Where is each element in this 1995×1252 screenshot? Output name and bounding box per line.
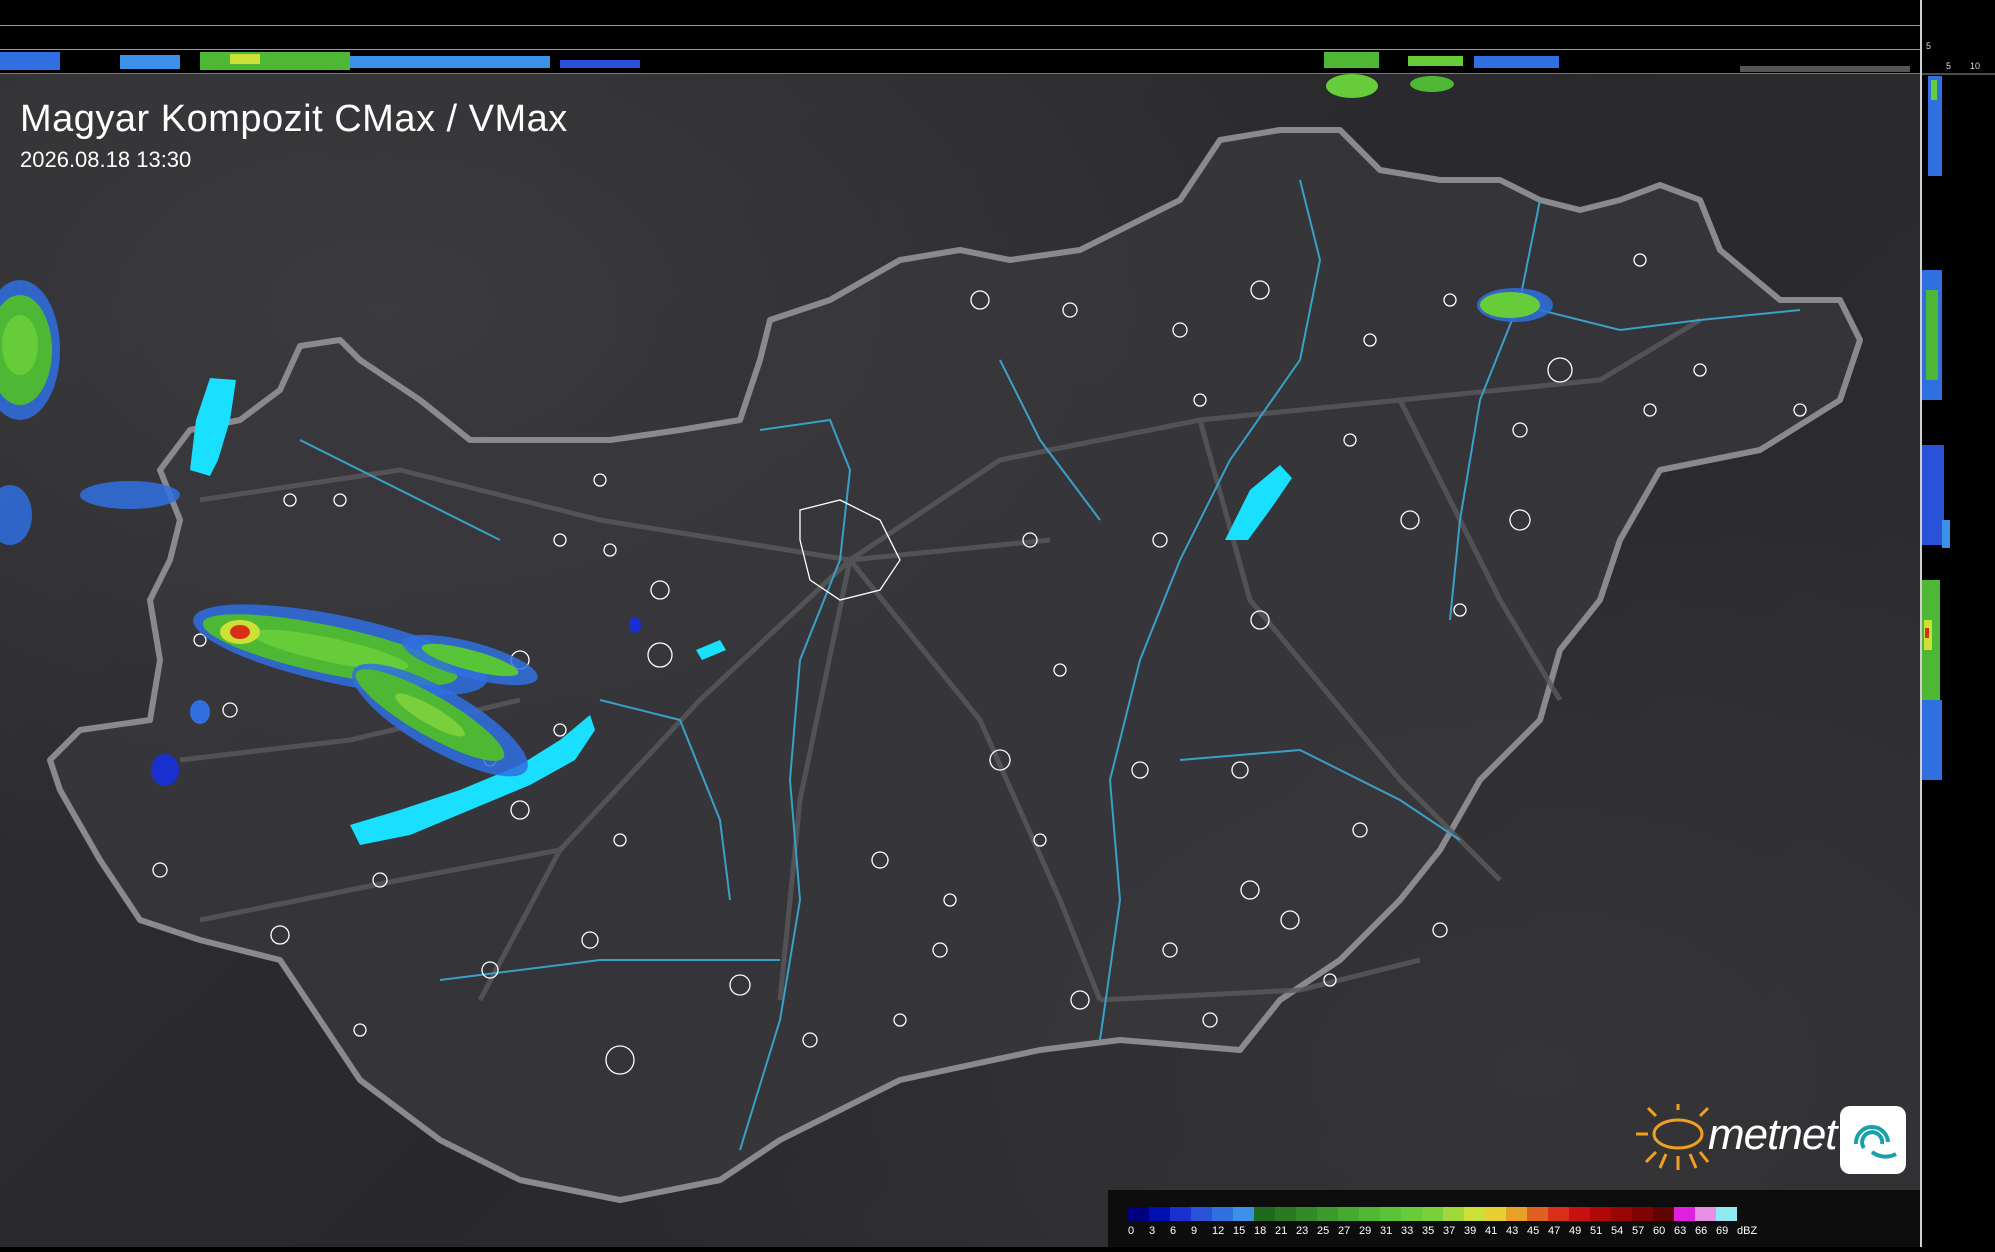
legend-label: 45 [1527, 1225, 1540, 1237]
legend-labels: 0 3 6 9 12 15 18 21 23 25 27 29 31 33 35 37 39 41 43 45 47 49… [1128, 1225, 1758, 1237]
top-scale-label-5: 5 [1926, 41, 1932, 51]
legend-swatch [1254, 1207, 1275, 1221]
legend-swatch [1569, 1207, 1590, 1221]
legend-label: 31 [1380, 1225, 1393, 1237]
right-scale-label-10: 10 [1970, 61, 1981, 71]
dbz-legend: 0 3 6 9 12 15 18 21 23 25 27 29 31 33 35 37 39 41 43 45 47 49… [1108, 1190, 1920, 1247]
legend-label: 9 [1191, 1225, 1198, 1237]
legend-swatch [1296, 1207, 1317, 1221]
legend-swatch [1212, 1207, 1233, 1221]
top-gridline-5 [0, 49, 1920, 50]
legend-swatch [1485, 1207, 1506, 1221]
legend-swatch [1443, 1207, 1464, 1221]
legend-label: 51 [1590, 1225, 1603, 1237]
top-gridline-10 [0, 25, 1920, 26]
legend-swatch [1170, 1207, 1191, 1221]
legend-swatch [1128, 1207, 1149, 1221]
legend-label: 15 [1233, 1225, 1246, 1237]
legend-label: 0 [1128, 1225, 1135, 1237]
legend-swatch [1359, 1207, 1380, 1221]
map-title: Magyar Kompozit CMax / VMax [20, 98, 568, 140]
legend-label: 29 [1359, 1225, 1372, 1237]
legend-swatch [1275, 1207, 1296, 1221]
legend-label: 63 [1674, 1225, 1687, 1237]
legend-swatch [1632, 1207, 1653, 1221]
legend-label: 23 [1296, 1225, 1309, 1237]
legend-swatch [1611, 1207, 1632, 1221]
right-profile-echoes [1922, 73, 1995, 780]
legend-label: 33 [1401, 1225, 1414, 1237]
legend-label: 3 [1149, 1225, 1156, 1237]
legend-label: 37 [1443, 1225, 1456, 1237]
legend-swatch [1191, 1207, 1212, 1221]
legend-label: 43 [1506, 1225, 1519, 1237]
legend-label: 60 [1653, 1225, 1666, 1237]
logo-wordmark: metnet [1708, 1110, 1838, 1159]
legend-label: 12 [1212, 1225, 1225, 1237]
legend-label: 66 [1695, 1225, 1708, 1237]
legend-swatch [1401, 1207, 1422, 1221]
right-profile-strip: 5 5 10 [1920, 0, 1995, 1247]
legend-label: 39 [1464, 1225, 1477, 1237]
legend-swatch [1695, 1207, 1716, 1221]
legend-color-bar [1128, 1207, 1737, 1221]
radar-map[interactable] [0, 74, 1920, 1247]
legend-label: 57 [1632, 1225, 1645, 1237]
right-scale-label-5: 5 [1946, 61, 1952, 71]
legend-label: 54 [1611, 1225, 1624, 1237]
legend-swatch [1338, 1207, 1359, 1221]
legend-label: 69 [1716, 1225, 1729, 1237]
top-profile-strip: 10 [0, 0, 1936, 74]
legend-swatch [1422, 1207, 1443, 1221]
legend-label: 25 [1317, 1225, 1330, 1237]
legend-label: 47 [1548, 1225, 1561, 1237]
legend-label: 6 [1170, 1225, 1177, 1237]
legend-swatch [1317, 1207, 1338, 1221]
metnet-logo: metnet [1636, 1104, 1910, 1176]
legend-label: 18 [1254, 1225, 1267, 1237]
legend-label: 27 [1338, 1225, 1351, 1237]
legend-swatch [1716, 1207, 1737, 1221]
top-profile-echoes [0, 52, 1910, 72]
legend-swatch [1590, 1207, 1611, 1221]
legend-swatch [1674, 1207, 1695, 1221]
legend-unit: dBZ [1737, 1225, 1758, 1237]
legend-label: 35 [1422, 1225, 1435, 1237]
legend-swatch [1233, 1207, 1254, 1221]
legend-swatch [1548, 1207, 1569, 1221]
legend-label: 41 [1485, 1225, 1498, 1237]
legend-swatch [1506, 1207, 1527, 1221]
legend-swatch [1527, 1207, 1548, 1221]
legend-label: 49 [1569, 1225, 1582, 1237]
legend-swatch [1464, 1207, 1485, 1221]
map-header: Magyar Kompozit CMax / VMax 2026.08.18 1… [20, 98, 568, 173]
legend-label: 21 [1275, 1225, 1288, 1237]
legend-swatch [1653, 1207, 1674, 1221]
legend-swatch [1380, 1207, 1401, 1221]
legend-swatch [1149, 1207, 1170, 1221]
hungary-map-layer [0, 74, 1863, 1203]
map-datetime: 2026.08.18 13:30 [20, 147, 192, 172]
